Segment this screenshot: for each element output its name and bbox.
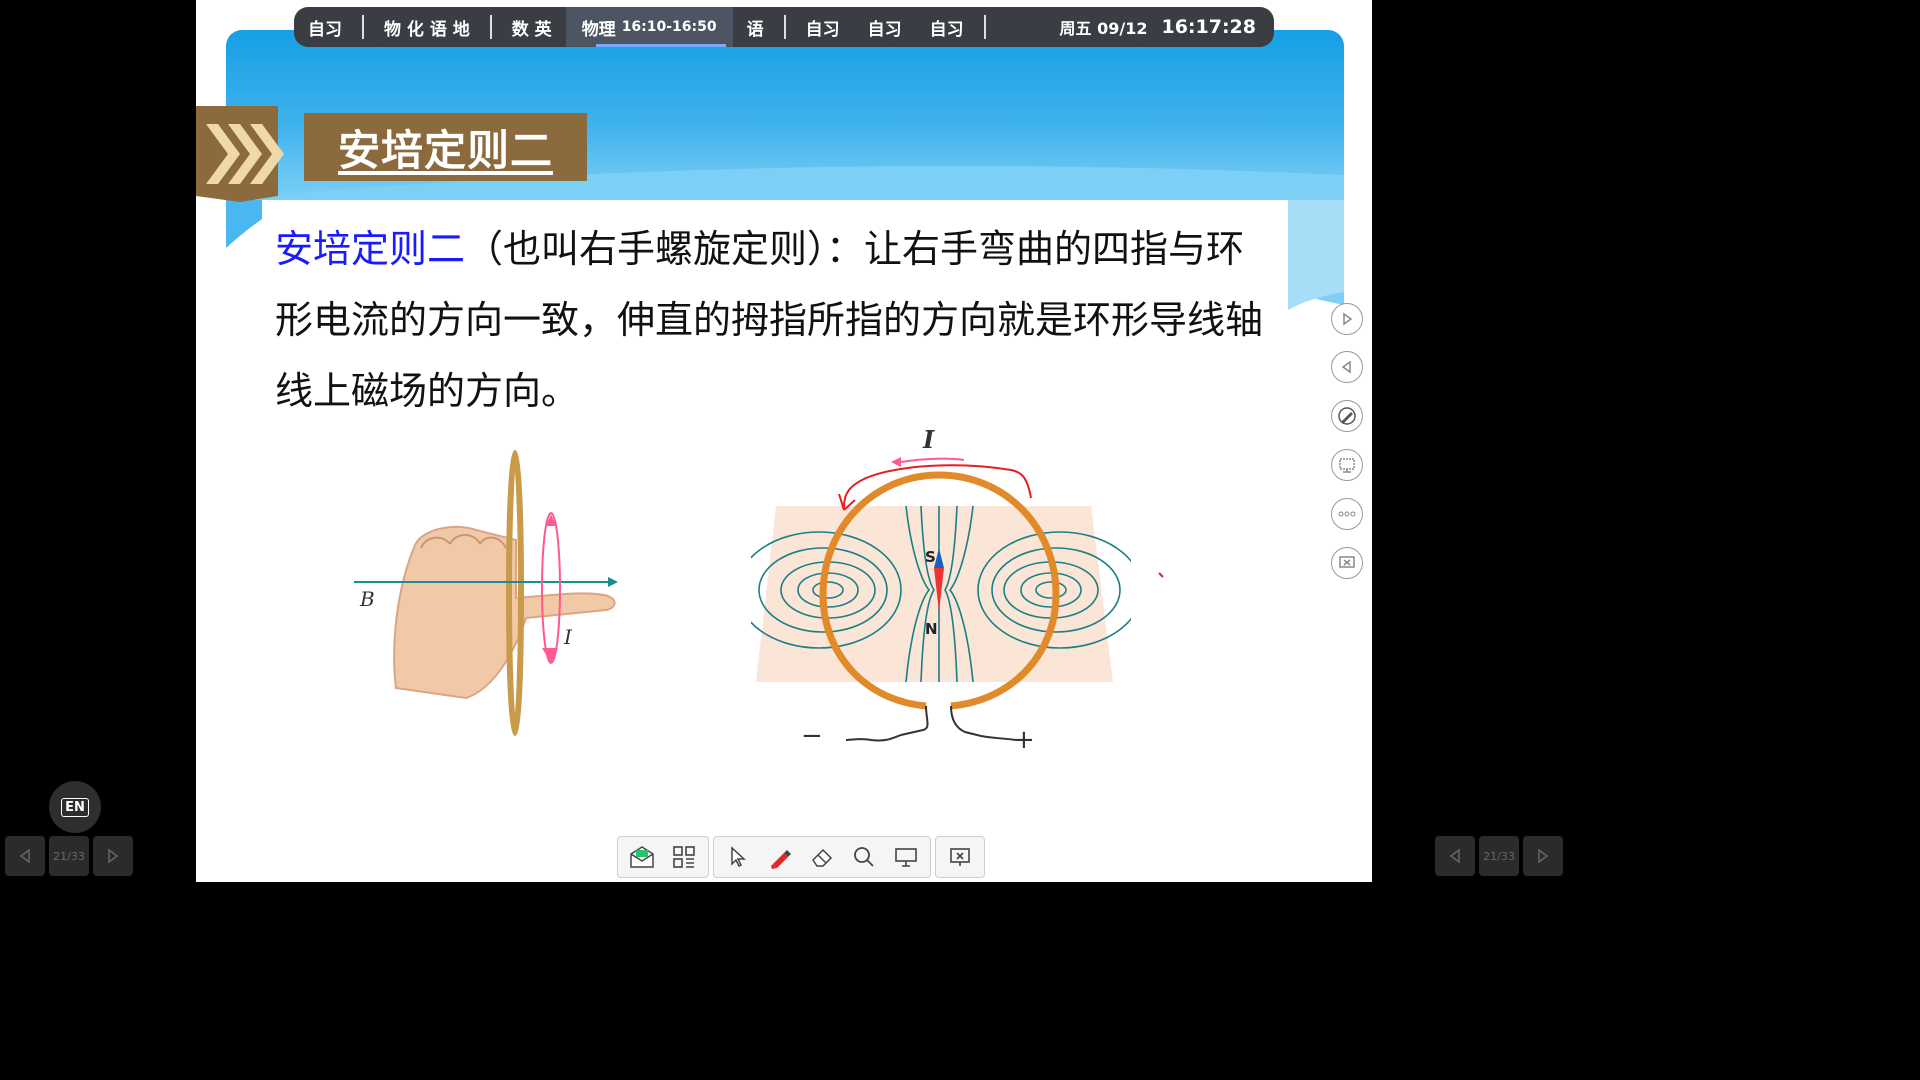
schedule-item: 数 英 bbox=[511, 19, 552, 40]
marker-icon bbox=[771, 850, 791, 869]
envelope-icon bbox=[630, 846, 654, 868]
end-show-button[interactable] bbox=[942, 839, 978, 875]
page-indicator-right: 21/33 bbox=[1479, 836, 1519, 876]
pen-tool-button[interactable] bbox=[1331, 400, 1363, 432]
eraser-button[interactable] bbox=[804, 839, 840, 875]
board-icon bbox=[895, 848, 917, 867]
clock: 16:17:28 bbox=[1161, 16, 1256, 38]
schedule-item: 物 化 语 地 bbox=[384, 19, 470, 40]
triangle-left-icon bbox=[1449, 848, 1460, 864]
label-minus: − bbox=[801, 721, 823, 751]
toolbar-group-right bbox=[935, 836, 985, 878]
chevron-decoration-icon bbox=[196, 106, 284, 202]
screen-capture-button[interactable] bbox=[1331, 449, 1363, 481]
eraser-icon bbox=[812, 848, 833, 867]
toolbar-group-tools bbox=[713, 836, 931, 878]
label-s: S bbox=[925, 548, 936, 566]
rule-paragraph: 安培定则二（也叫右手螺旋定则）：让右手弯曲的四指与环形电流的方向一致，伸直的拇指… bbox=[275, 214, 1275, 427]
screen-icon bbox=[1339, 458, 1355, 473]
prev-page-button-left[interactable] bbox=[5, 836, 45, 876]
title-box: 安培定则二 bbox=[304, 113, 587, 181]
class-schedule-bar: 自习 物 化 语 地 数 英 物理 16:10-16:50 语 自习 自习 自习… bbox=[294, 7, 1274, 47]
bottom-toolbar bbox=[617, 836, 985, 878]
current-subject: 物理 bbox=[581, 19, 616, 40]
annotation-mark bbox=[1158, 572, 1164, 578]
next-page-button-left[interactable] bbox=[93, 836, 133, 876]
slide-title: 安培定则二 bbox=[337, 125, 553, 175]
current-period-time: 16:10-16:50 bbox=[621, 19, 717, 35]
triangle-right-icon bbox=[108, 848, 119, 864]
message-button[interactable] bbox=[624, 839, 660, 875]
input-method-button[interactable]: EN bbox=[49, 781, 101, 833]
next-slide-button[interactable] bbox=[1331, 303, 1363, 335]
en-label: EN bbox=[61, 797, 89, 817]
label-plus: + bbox=[1013, 725, 1035, 755]
slide: 安培定则二 安培定则二（也叫右手螺旋定则）：让右手弯曲的四指与环形电流的方向一致… bbox=[196, 0, 1372, 882]
right-hand-rule-figure: B I bbox=[354, 450, 618, 736]
schedule-item: 自习 bbox=[805, 19, 840, 40]
prev-page-button-right[interactable] bbox=[1435, 836, 1475, 876]
rule-name: 安培定则二 bbox=[275, 227, 466, 271]
period-progress-bar bbox=[595, 44, 726, 47]
play-right-icon bbox=[1343, 312, 1353, 326]
whiteboard-button[interactable] bbox=[888, 839, 924, 875]
exit-presentation-button[interactable] bbox=[1331, 547, 1363, 579]
label-b: B bbox=[359, 587, 375, 611]
date-time: 周五 09/12 16:17:28 bbox=[1060, 15, 1274, 39]
label-i-right: I bbox=[922, 425, 935, 454]
zoom-button[interactable] bbox=[846, 839, 882, 875]
date-label: 周五 09/12 bbox=[1059, 19, 1148, 38]
toolbar-group-left bbox=[617, 836, 709, 878]
schedule-item: 自习 bbox=[929, 19, 964, 40]
triangle-left-icon bbox=[19, 848, 30, 864]
magnifier-icon bbox=[854, 847, 874, 867]
triangle-right-icon bbox=[1538, 848, 1549, 864]
pen-tool-button-bottom[interactable] bbox=[762, 839, 798, 875]
cursor-icon bbox=[731, 846, 746, 868]
select-tool-button[interactable] bbox=[720, 839, 756, 875]
apps-button[interactable] bbox=[666, 839, 702, 875]
page-indicator-left: 21/33 bbox=[49, 836, 89, 876]
play-left-icon bbox=[1341, 360, 1351, 374]
pen-icon bbox=[1338, 407, 1356, 425]
grid-icon bbox=[673, 846, 695, 868]
exit-screen-icon bbox=[1339, 556, 1355, 568]
schedule-item: 自习 bbox=[867, 19, 902, 40]
more-icon bbox=[1338, 511, 1356, 517]
close-screen-icon bbox=[950, 848, 970, 866]
schedule-divider bbox=[362, 15, 364, 39]
label-n: N bbox=[925, 620, 938, 638]
schedule-item: 自习 bbox=[308, 19, 342, 40]
schedule-divider bbox=[489, 15, 492, 39]
current-period: 物理 16:10-16:50 bbox=[565, 7, 733, 47]
schedule-divider bbox=[783, 15, 786, 39]
label-i-left: I bbox=[563, 625, 573, 649]
schedule-divider bbox=[983, 15, 986, 39]
schedule-item: 语 bbox=[746, 19, 764, 40]
loop-field-figure: S N − + I bbox=[751, 425, 1131, 755]
next-page-button-right[interactable] bbox=[1523, 836, 1563, 876]
more-button[interactable] bbox=[1331, 498, 1363, 530]
previous-slide-button[interactable] bbox=[1331, 351, 1363, 383]
